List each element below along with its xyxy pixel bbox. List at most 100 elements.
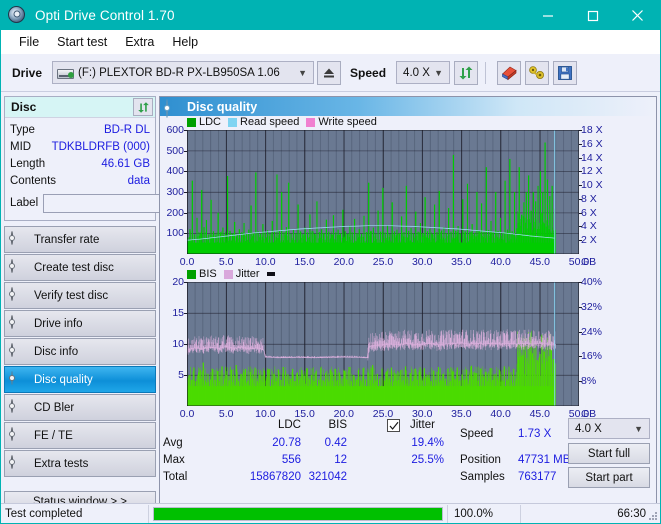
sidebar-item-create-test-disc[interactable]: Create test disc: [4, 254, 156, 281]
content-panel: Disc quality LDC Read speed Write speed …: [159, 96, 657, 516]
chart-plot-area[interactable]: [187, 130, 579, 254]
sidebar-item-fe-te[interactable]: FE / TE: [4, 422, 156, 449]
start-full-button[interactable]: Start full: [568, 443, 650, 464]
disc-icon: [11, 398, 28, 416]
legend-label: Jitter: [235, 268, 260, 280]
sidebar-item-extra-tests[interactable]: Extra tests: [4, 450, 156, 477]
x-axis-tick-label: 30.0: [411, 256, 433, 268]
x-axis-tick-label: 5.0: [218, 256, 234, 268]
sidebar-item-drive-info[interactable]: Drive info: [4, 310, 156, 337]
menu-item-start-test[interactable]: Start test: [48, 33, 116, 51]
window-title: Opti Drive Control 1.70: [35, 8, 175, 23]
chart-plot-area[interactable]: [187, 282, 579, 406]
toolbar-separator: [485, 61, 487, 84]
samples-value: 763177: [518, 471, 557, 483]
y-axis-tick: [184, 313, 187, 314]
y-axis-tick-label: 5: [178, 369, 184, 381]
y2-axis-tick: [579, 226, 582, 228]
disc-panel-header: Disc: [5, 97, 155, 118]
chevron-down-icon: ▼: [298, 67, 308, 78]
legend-label: Write speed: [318, 116, 377, 128]
stats-row-avg: Avg: [163, 437, 183, 449]
y2-axis-tick-label: 4 X: [581, 220, 597, 233]
status-separator: [148, 504, 149, 523]
speed-stat-value: 1.73 X: [518, 428, 552, 440]
save-button[interactable]: [553, 60, 578, 85]
speed-stat-label: Speed: [460, 428, 494, 440]
y-axis-tick: [184, 375, 187, 376]
sidebar-item-disc-info[interactable]: Disc info: [4, 338, 156, 365]
menu-item-help[interactable]: Help: [163, 33, 207, 51]
menu-item-extra[interactable]: Extra: [116, 33, 163, 51]
x-axis-tick-label: 45.0: [529, 256, 551, 268]
refresh-button[interactable]: [454, 60, 479, 85]
disc-icon: [11, 426, 28, 444]
sidebar-item-transfer-rate[interactable]: Transfer rate: [4, 226, 156, 253]
sidebar-item-verify-test-disc[interactable]: Verify test disc: [4, 282, 156, 309]
menu-item-file[interactable]: File: [10, 33, 48, 51]
erase-button[interactable]: [497, 60, 522, 85]
legend-label: BIS: [199, 268, 217, 280]
legend-swatch: [228, 117, 238, 127]
y-axis-tick-label: 600: [166, 124, 184, 136]
y-axis-tick: [184, 212, 187, 214]
progress-fill: [154, 507, 442, 520]
start-part-button[interactable]: Start part: [568, 467, 650, 488]
y-axis-tick: [184, 282, 187, 283]
y2-axis-tick-label: 16%: [581, 350, 603, 363]
disc-refresh-button[interactable]: [133, 98, 153, 116]
sidebar-item-disc-quality[interactable]: Disc quality: [4, 366, 156, 393]
chevron-down-icon: ▼: [634, 423, 643, 434]
close-icon[interactable]: [615, 1, 660, 30]
x-axis-unit-label: GB: [581, 256, 597, 268]
app-disc-icon: [8, 5, 28, 26]
disc-icon: [11, 314, 28, 332]
x-axis-tick-label: 35.0: [451, 256, 472, 268]
disc-row-contents-value: data: [127, 174, 150, 187]
speed-select[interactable]: 4.0 X ▼: [396, 61, 451, 84]
chevron-down-icon: ▼: [434, 67, 444, 78]
test-speed-value: 4.0 X: [575, 422, 602, 435]
drive-label: Drive: [12, 65, 43, 80]
y2-axis-tick-label: 10 X: [581, 179, 603, 192]
disc-row-length-key: Length: [10, 157, 46, 170]
legend-swatch: [187, 117, 196, 127]
y2-axis-tick: [579, 198, 582, 200]
stats-row-max: Max: [163, 454, 185, 466]
jitter-label: Jitter: [410, 419, 435, 431]
y-axis-tick-label: 15: [172, 307, 184, 319]
y-axis-tick: [184, 171, 187, 173]
disc-row-mid-value: TDKBLDRFB (000): [51, 140, 150, 153]
test-speed-select[interactable]: 4.0 X ▼: [568, 418, 650, 439]
disc-row-contents: Contents data: [10, 172, 150, 189]
disc-icon: [166, 98, 180, 118]
stats-ldc-max: 556: [281, 454, 301, 466]
chart-ldc-readspeed: LDC Read speed Write speed 600 500 400 300 2…: [160, 116, 656, 268]
y-axis-tick-label: 10: [172, 338, 184, 350]
eject-button[interactable]: [317, 60, 342, 85]
y2-axis-tick: [579, 157, 582, 159]
y2-axis-tick: [579, 331, 582, 333]
disc-row-mid: MID TDKBLDRFB (000): [10, 138, 150, 155]
disc-icon: [11, 454, 28, 472]
legend-marker: [266, 272, 278, 276]
maximize-icon[interactable]: [570, 1, 615, 30]
minimize-icon[interactable]: [525, 1, 570, 30]
y2-axis-tick: [579, 143, 582, 145]
y-axis-tick-label: 300: [166, 186, 184, 198]
y2-axis-tick-label: 18 X: [581, 124, 603, 136]
sidebar-item-label: CD Bler: [34, 401, 75, 414]
y2-axis-tick: [579, 240, 582, 242]
disc-label-row: Label: [10, 191, 247, 215]
drive-select[interactable]: (F:) PLEXTOR BD-R PX-LB950SA 1.06 ▼: [52, 61, 315, 84]
jitter-checkbox[interactable]: [387, 419, 400, 432]
tools-button[interactable]: [525, 60, 550, 85]
y2-axis-tick-label: 40%: [581, 276, 603, 288]
sidebar-item-cd-bler[interactable]: CD Bler: [4, 394, 156, 421]
resize-grip[interactable]: [648, 511, 658, 521]
menu-bar: File Start test Extra Help: [1, 30, 660, 54]
drive-select-value: (F:) PLEXTOR BD-R PX-LB950SA 1.06: [78, 66, 280, 79]
stats-ldc-avg: 20.78: [272, 437, 301, 449]
y-axis-tick: [184, 233, 187, 235]
